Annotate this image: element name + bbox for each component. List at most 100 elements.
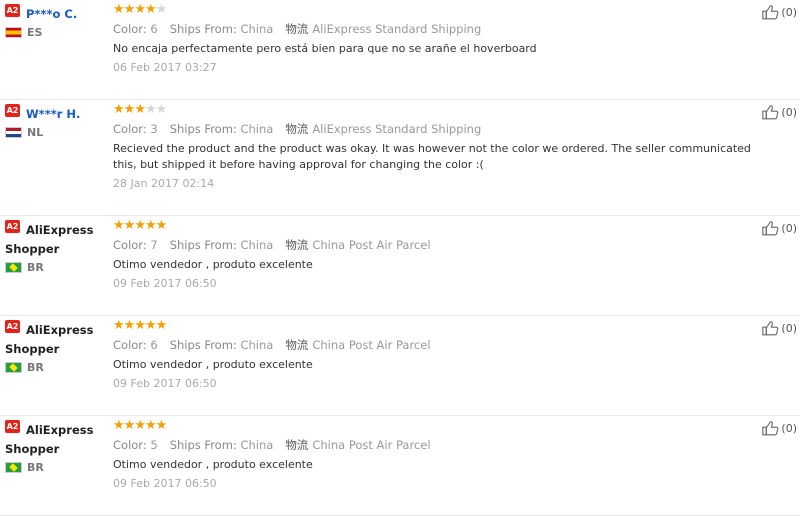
color-label: Color: [113, 122, 147, 136]
star-icon: ★ [134, 218, 146, 233]
review-date: 09 Feb 2017 06:50 [113, 277, 217, 290]
reviewer-info: A2 P***o C. ES [5, 3, 105, 39]
star-icon: ★ [155, 318, 168, 333]
ships-from-label: Ships From: [169, 238, 237, 252]
review-text: No encaja perfectamente pero está bien p… [113, 42, 537, 55]
star-icon: ★ [144, 418, 157, 433]
ships-from-value: China [240, 438, 274, 452]
helpful-button[interactable]: (0) [762, 220, 797, 236]
review-text: Otimo vendedor , produto excelente [113, 458, 313, 471]
buyer-level-badge: A2 [5, 320, 20, 333]
star-icon: ★ [155, 218, 168, 233]
star-rating: ★★★★★ [113, 102, 773, 118]
reviewer-name[interactable]: W***r H. [26, 107, 80, 121]
review-item: A2 AliExpress Shopper BR ★★★★★ Color: 6 Ships… [0, 316, 800, 416]
review-body: ★★★★★ Color: 5 Ships From: China 物流 China Po… [113, 418, 773, 492]
review-item: A2 W***r H. NL ★★★★★ Color: 3 Ships From: Chi… [0, 100, 800, 216]
review-body: ★★★★★ Color: 6 Ships From: China 物流 AliExpre… [113, 2, 773, 76]
order-attributes: Color: 7 Ships From: China 物流 China Post Ai… [113, 237, 773, 253]
star-icon: ★ [113, 218, 125, 233]
star-icon: ★ [123, 2, 136, 17]
star-icon: ★ [144, 2, 157, 17]
ships-from-value: China [240, 238, 274, 252]
review-text: Otimo vendedor , produto excelente [113, 258, 313, 271]
shipping-method: China Post Air Parcel [312, 238, 431, 252]
review-list: A2 P***o C. ES ★★★★★ Color: 6 Ships From: Chi… [0, 0, 800, 516]
country-code: ES [27, 26, 43, 39]
country-code: NL [27, 126, 44, 139]
reviewer-country: ES [5, 26, 105, 39]
helpful-count: (0) [781, 5, 797, 19]
review-date: 28 Jan 2017 02:14 [113, 177, 215, 190]
review-date: 09 Feb 2017 06:50 [113, 377, 217, 390]
helpful-button[interactable]: (0) [762, 104, 797, 120]
thumbs-up-icon [762, 421, 779, 436]
star-icon: ★ [134, 318, 146, 333]
star-icon: ★ [134, 418, 146, 433]
logistics-label: 物流 [285, 438, 309, 452]
order-attributes: Color: 5 Ships From: China 物流 China Post Ai… [113, 437, 773, 453]
review-item: A2 P***o C. ES ★★★★★ Color: 6 Ships From: Chi… [0, 0, 800, 100]
country-flag-icon [5, 362, 22, 373]
reviewer-name[interactable]: P***o C. [26, 7, 77, 21]
star-icon: ★ [123, 218, 136, 233]
reviewer-info: A2 AliExpress Shopper BR [5, 219, 105, 274]
ships-from-value: China [240, 122, 274, 136]
order-attributes: Color: 6 Ships From: China 物流 AliExpress St… [113, 21, 773, 37]
ships-from-label: Ships From: [169, 122, 237, 136]
star-icon: ★ [155, 418, 168, 433]
color-value: 5 [150, 438, 158, 452]
logistics-label: 物流 [285, 338, 309, 352]
helpful-count: (0) [781, 221, 797, 235]
color-label: Color: [113, 338, 147, 352]
star-icon: ★ [155, 102, 168, 117]
color-value: 3 [150, 122, 158, 136]
star-icon: ★ [123, 418, 136, 433]
helpful-button[interactable]: (0) [762, 4, 797, 20]
color-label: Color: [113, 238, 147, 252]
star-icon: ★ [113, 318, 125, 333]
country-code: BR [27, 261, 44, 274]
buyer-level-badge: A2 [5, 4, 20, 17]
review-item: A2 AliExpress Shopper BR ★★★★★ Color: 7 Ships… [0, 216, 800, 316]
ships-from-value: China [240, 22, 274, 36]
order-attributes: Color: 3 Ships From: China 物流 AliExpress St… [113, 121, 773, 137]
helpful-button[interactable]: (0) [762, 420, 797, 436]
color-label: Color: [113, 438, 147, 452]
helpful-count: (0) [781, 321, 797, 335]
country-flag-icon [5, 27, 22, 38]
ships-from-value: China [240, 338, 274, 352]
review-text: Recieved the product and the product was… [113, 142, 751, 171]
country-flag-icon [5, 262, 22, 273]
star-icon: ★ [155, 2, 168, 17]
country-flag-icon [5, 462, 22, 473]
reviewer-info: A2 AliExpress Shopper BR [5, 419, 105, 474]
star-rating: ★★★★★ [113, 418, 773, 434]
star-icon: ★ [134, 102, 146, 117]
helpful-count: (0) [781, 105, 797, 119]
country-code: BR [27, 461, 44, 474]
color-value: 7 [150, 238, 158, 252]
star-icon: ★ [144, 218, 157, 233]
star-icon: ★ [144, 102, 157, 117]
thumbs-up-icon [762, 5, 779, 20]
logistics-label: 物流 [285, 122, 309, 136]
helpful-count: (0) [781, 421, 797, 435]
reviewer-info: A2 W***r H. NL [5, 103, 105, 139]
ships-from-label: Ships From: [169, 22, 237, 36]
star-rating: ★★★★★ [113, 218, 773, 234]
shipping-method: China Post Air Parcel [312, 438, 431, 452]
shipping-method: AliExpress Standard Shipping [312, 122, 482, 136]
review-body: ★★★★★ Color: 7 Ships From: China 物流 China Po… [113, 218, 773, 292]
reviewer-country: BR [5, 361, 105, 374]
review-text: Otimo vendedor , produto excelente [113, 358, 313, 371]
buyer-level-badge: A2 [5, 420, 20, 433]
color-value: 6 [150, 338, 158, 352]
helpful-button[interactable]: (0) [762, 320, 797, 336]
star-icon: ★ [113, 2, 125, 17]
review-date: 06 Feb 2017 03:27 [113, 61, 217, 74]
star-rating: ★★★★★ [113, 318, 773, 334]
country-flag-icon [5, 127, 22, 138]
review-body: ★★★★★ Color: 3 Ships From: China 物流 AliExpre… [113, 102, 773, 192]
buyer-level-badge: A2 [5, 104, 20, 117]
